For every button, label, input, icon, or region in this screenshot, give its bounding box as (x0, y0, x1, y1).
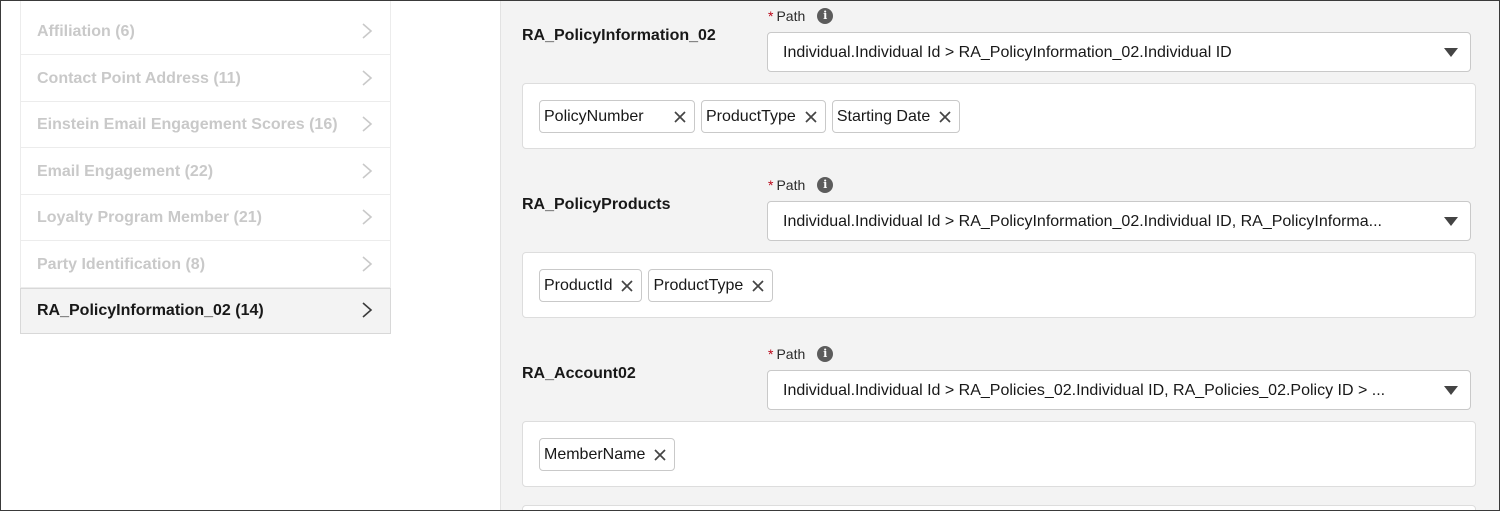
close-icon[interactable] (673, 110, 687, 124)
required-marker: * (768, 177, 774, 193)
selected-fields-box: MemberName (522, 421, 1476, 487)
path-label: * Path i (768, 346, 834, 362)
sidebar-item-label: RA_PolicyInformation_02 (14) (37, 301, 264, 319)
sidebar-item-label: Einstein Email Engagement Scores (16) (37, 116, 338, 133)
section-title: RA_Account02 (522, 365, 636, 382)
section-title: RA_PolicyInformation_02 (522, 27, 716, 44)
field-pill-list: PolicyNumber ProductType Starting Date (539, 100, 961, 133)
path-configuration-panel: RA_PolicyInformation_02 * Path i Individ… (500, 1, 1499, 510)
required-marker: * (768, 346, 774, 362)
path-select[interactable]: Individual.Individual Id > RA_Policies_0… (767, 370, 1471, 410)
field-pill: ProductId (539, 269, 643, 302)
sidebar-item-label: Party Identification (8) (37, 255, 206, 273)
path-label: * Path i (768, 8, 834, 24)
chevron-right-icon (360, 301, 374, 319)
app-frame: Affiliation (6) Contact Point Address (1… (0, 0, 1500, 511)
sidebar-item-email-engagement[interactable]: Email Engagement (22) (20, 148, 391, 195)
info-icon[interactable]: i (817, 177, 834, 193)
path-label-text: Path (776, 8, 806, 24)
chevron-right-icon (360, 69, 374, 87)
sidebar-item-label: Loyalty Program Member (21) (37, 209, 262, 226)
field-pill: ProductType (701, 100, 826, 133)
path-select-value: Individual.Individual Id > RA_Policies_0… (783, 382, 1386, 399)
caret-down-icon (1444, 386, 1458, 395)
sidebar-item-affiliation[interactable]: Affiliation (6) (20, 1, 391, 55)
sidebar-item-label: Contact Point Address (11) (37, 69, 241, 87)
field-pill-label: ProductType (653, 276, 744, 294)
field-pill: PolicyNumber (539, 100, 695, 133)
path-select[interactable]: Individual.Individual Id > RA_PolicyInfo… (767, 32, 1471, 72)
info-icon[interactable]: i (817, 8, 834, 24)
sidebar-item-ra-policyinformation-02[interactable]: RA_PolicyInformation_02 (14) (20, 287, 391, 334)
close-icon[interactable] (653, 448, 667, 462)
path-label-text: Path (776, 346, 806, 362)
field-pill-label: MemberName (544, 445, 646, 463)
info-icon[interactable]: i (817, 346, 834, 362)
sidebar-item-label: Email Engagement (22) (37, 162, 214, 180)
chevron-right-icon (360, 22, 374, 40)
object-sidebar: Affiliation (6) Contact Point Address (1… (20, 1, 391, 334)
sidebar-item-label: Affiliation (6) (37, 23, 135, 40)
caret-down-icon (1444, 48, 1458, 57)
chevron-right-icon (360, 162, 374, 180)
field-pill-list: ProductId ProductType (539, 269, 774, 302)
close-icon[interactable] (804, 110, 818, 124)
field-pill-label: ProductId (544, 276, 613, 294)
field-pill: ProductType (648, 269, 774, 302)
caret-down-icon (1444, 217, 1458, 226)
close-icon[interactable] (620, 279, 634, 293)
next-section-box (522, 505, 1476, 510)
chevron-right-icon (360, 115, 374, 133)
chevron-right-icon (360, 208, 374, 226)
chevron-right-icon (360, 255, 374, 273)
field-pill-label: PolicyNumber (544, 107, 644, 125)
sidebar-item-einstein-email-engagement-scores[interactable]: Einstein Email Engagement Scores (16) (20, 101, 391, 148)
required-marker: * (768, 8, 774, 24)
path-select-value: Individual.Individual Id > RA_PolicyInfo… (783, 213, 1382, 230)
path-select[interactable]: Individual.Individual Id > RA_PolicyInfo… (767, 201, 1471, 241)
close-icon[interactable] (751, 279, 765, 293)
field-pill: MemberName (539, 438, 676, 471)
selected-fields-box: PolicyNumber ProductType Starting Date (522, 83, 1476, 149)
sidebar-item-party-identification[interactable]: Party Identification (8) (20, 241, 391, 288)
field-pill: Starting Date (831, 100, 961, 133)
path-label: * Path i (768, 177, 834, 193)
field-pill-label: ProductType (706, 107, 796, 125)
sidebar-item-contact-point-address[interactable]: Contact Point Address (11) (20, 55, 391, 102)
path-label-text: Path (776, 177, 806, 193)
selected-fields-box: ProductId ProductType (522, 252, 1476, 318)
path-select-value: Individual.Individual Id > RA_PolicyInfo… (783, 44, 1232, 61)
sidebar-item-loyalty-program-member[interactable]: Loyalty Program Member (21) (20, 194, 391, 241)
field-pill-list: MemberName (539, 438, 676, 471)
section-title: RA_PolicyProducts (522, 196, 671, 213)
field-pill-label: Starting Date (836, 107, 931, 125)
close-icon[interactable] (938, 110, 952, 124)
